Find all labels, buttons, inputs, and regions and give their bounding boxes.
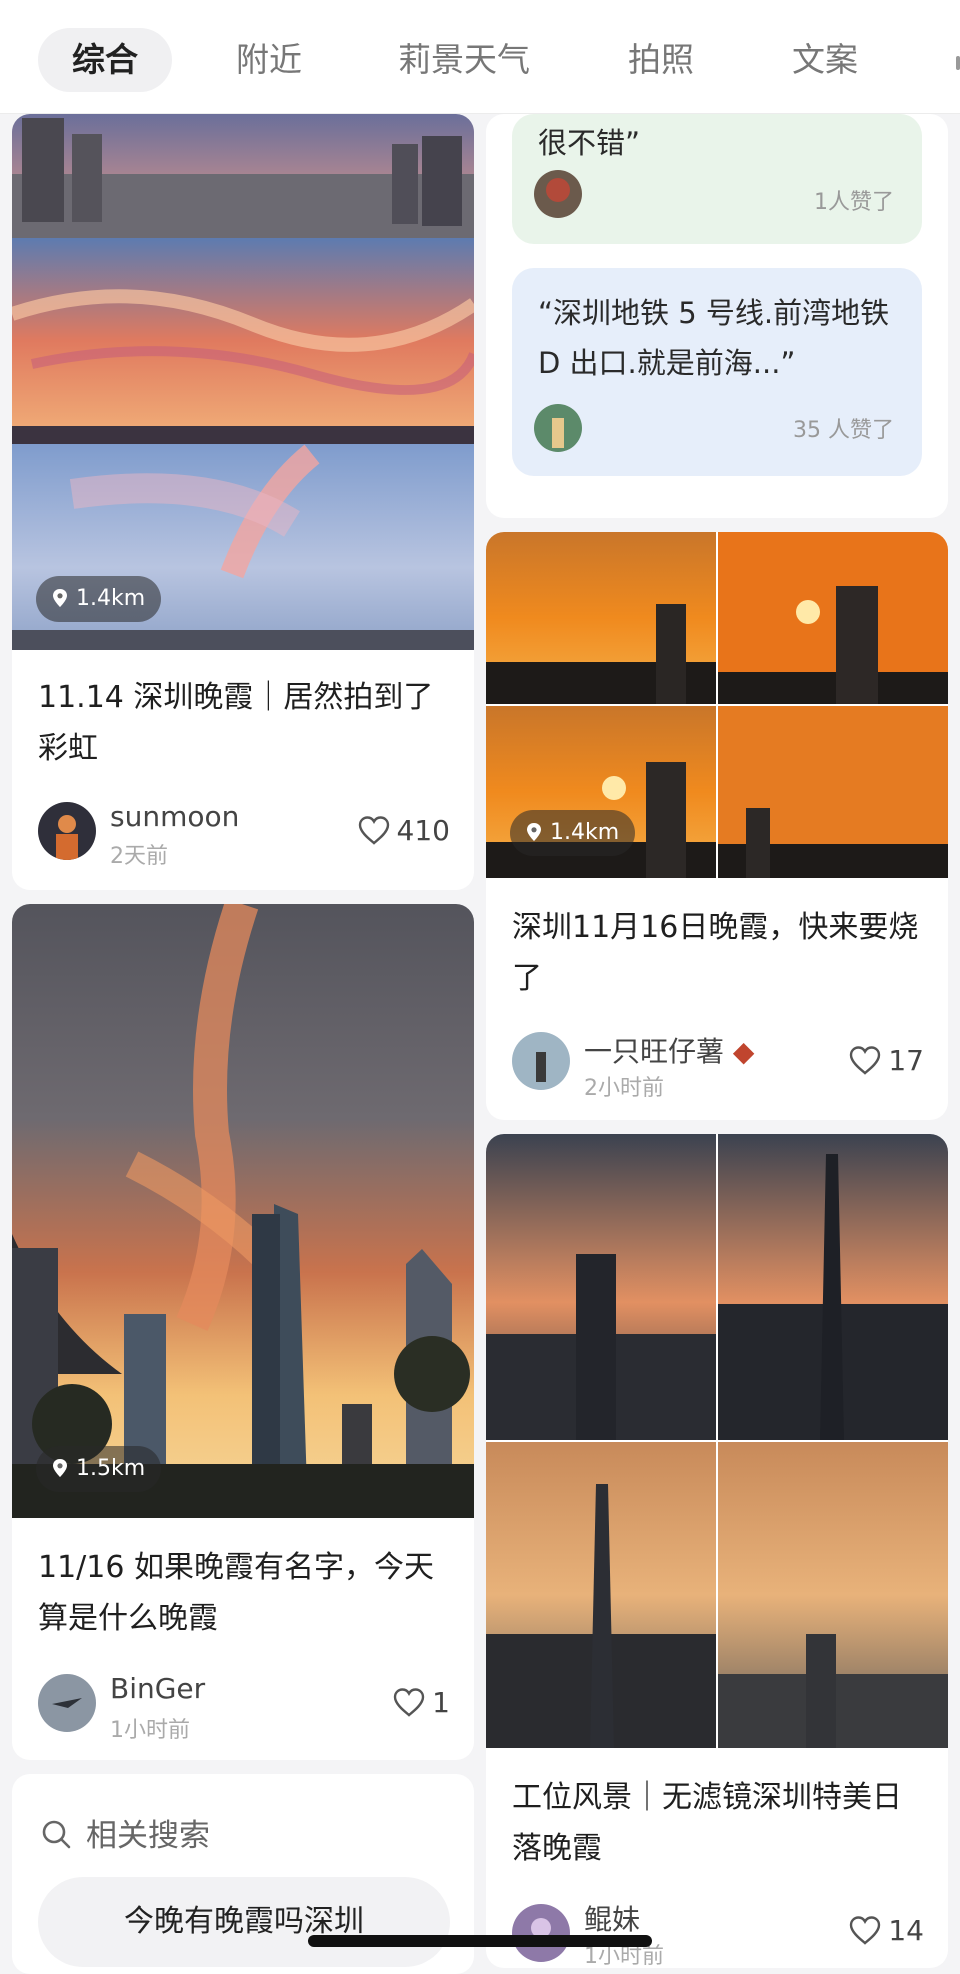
tab-copywriting[interactable]: 文案 [792,28,858,92]
like-count: 1 [432,1686,450,1719]
post-time: 2小时前 [584,1076,664,1101]
post-cover-image [12,114,474,650]
post-card[interactable]: 1.4km 11.14 深圳晚霞｜居然拍到了彩虹 sunmoon 2天前 410 [12,114,474,890]
post-cover-image [12,904,474,1518]
post-card[interactable]: 1.5km 11/16 如果晚霞有名字，今天算是什么晚霞 BinGer 1小时前… [12,904,474,1760]
author-name: BinGer [110,1672,206,1705]
heart-outline-icon [850,1916,881,1945]
heart-outline-icon [358,816,389,845]
quote-text: “深圳地铁 5 号线.前湾地铁 D 出口.就是前海...” [538,296,890,380]
post-title: 11/16 如果晚霞有名字，今天算是什么晚霞 [38,1550,434,1636]
distance-badge: 1.4km [36,576,162,622]
post-cover-image [486,1134,948,1748]
avatar[interactable] [38,1674,96,1732]
like-button[interactable]: 14 [848,1914,924,1947]
distance-text: 1.4km [76,586,146,611]
author-name: sunmoon [110,800,240,833]
avatar[interactable] [38,802,96,860]
avatar[interactable] [512,1904,570,1962]
location-pin-icon [53,589,67,607]
like-count: 17 [888,1044,924,1077]
like-button[interactable]: 1 [392,1686,450,1719]
distance-badge: 1.4km [510,810,636,856]
location-pin-icon [527,823,541,841]
like-button[interactable]: 17 [848,1044,924,1077]
more-tabs-indicator [956,56,960,70]
related-search-label: 相关搜索 [86,1818,210,1854]
tab-nearby[interactable]: 附近 [236,28,302,92]
sweet-potato-emoji-icon: ◆ [724,1035,755,1068]
location-pin-icon [53,1459,67,1477]
distance-text: 1.5km [76,1456,146,1481]
author-name: 鲲妹 [584,1903,641,1936]
post-title: 深圳11月16日晚霞，快来要烧了 [512,910,919,996]
quote-like-count: 35 人赞了 [793,418,894,443]
post-time: 1小时前 [110,1718,190,1743]
tab-weather[interactable]: 莉景天气 [398,28,530,92]
avatar[interactable] [512,1032,570,1090]
post-title: 工位风景｜无滤镜深圳特美日落晚霞 [512,1780,902,1866]
search-suggestion-chip[interactable]: 今晚有晚霞吗深圳 [38,1877,450,1967]
post-card[interactable]: 1.4km 深圳11月16日晚霞，快来要烧了 一只旺仔薯 ◆ 2小时前 17 [486,532,948,1120]
distance-badge: 1.5km [36,1446,162,1492]
distance-text: 1.4km [550,820,620,845]
quote-like-count: 1人赞了 [814,190,894,215]
heart-outline-icon [850,1046,881,1075]
like-count: 14 [888,1914,924,1947]
heart-outline-icon [393,1688,425,1717]
post-title: 11.14 深圳晚霞｜居然拍到了彩虹 [38,680,434,766]
home-indicator[interactable] [308,1935,652,1947]
tab-photo[interactable]: 拍照 [628,28,694,92]
quote-card[interactable]: “深圳地铁 5 号线.前湾地铁 D 出口.就是前海...” 35 人赞了 [512,268,922,476]
tab-comprehensive[interactable]: 综合 [38,28,172,92]
post-card[interactable]: 工位风景｜无滤镜深圳特美日落晚霞 鲲妹 1小时前 14 [486,1134,948,1968]
quote-card[interactable]: 很不错” 1人赞了 [512,114,922,244]
quote-text: 很不错” [538,126,641,160]
search-icon [42,1820,71,1849]
like-count: 410 [396,814,450,847]
post-time: 2天前 [110,844,168,869]
avatar [534,170,582,218]
avatar [534,404,582,452]
category-tabs: 综合 附近 莉景天气 拍照 文案 [0,0,960,114]
like-button[interactable]: 410 [357,814,450,847]
author-name: 一只旺仔薯 ◆ [584,1035,755,1068]
